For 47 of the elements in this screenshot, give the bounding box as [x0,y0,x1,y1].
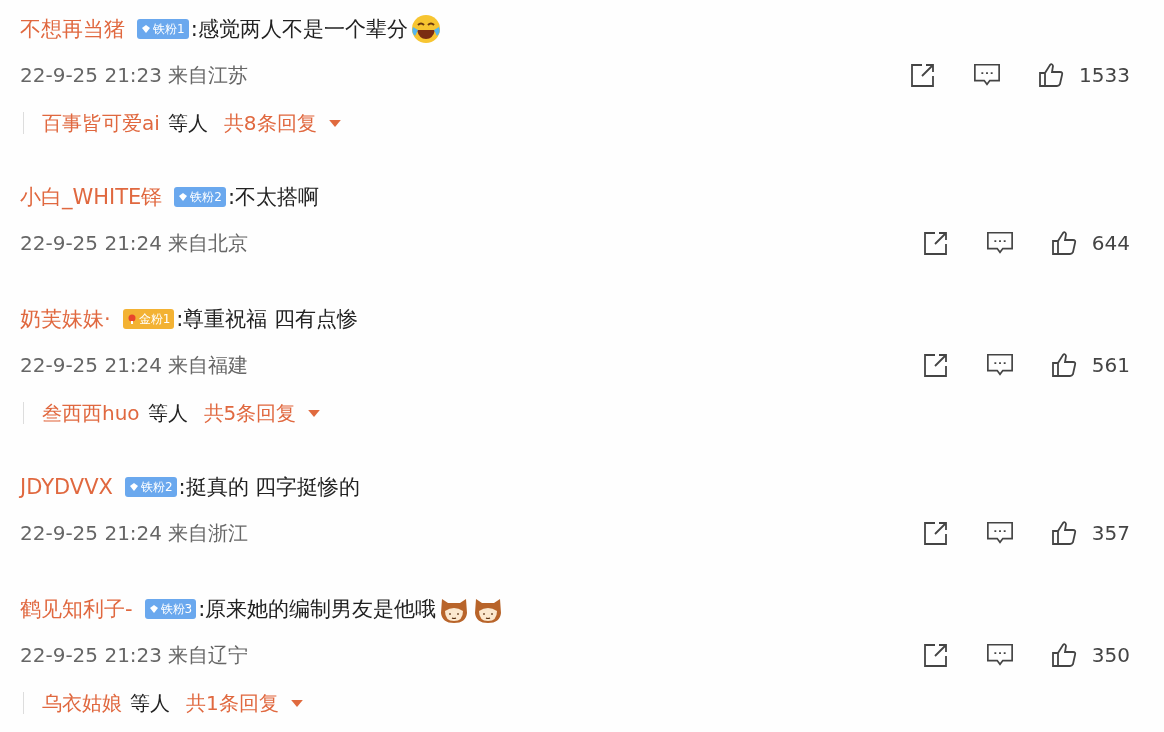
caret-icon [328,119,341,127]
reply-users[interactable]: 叁西西huo [42,399,140,427]
reply-count-link[interactable]: 共5条回复 [203,399,321,427]
like-count: 1533 [1079,63,1130,87]
comment-time: 22-9-25 21:23 来自辽宁 [20,641,249,669]
like-count: 357 [1091,521,1130,545]
comment-text: :感觉两人不是一个辈分 [190,16,408,43]
fan-badge: 铁粉1 [137,19,189,39]
reply-label: 等人 [130,689,170,717]
comment-text: :原来她的编制男友是他哦 [198,596,437,623]
like-count: 350 [1091,643,1130,667]
thumbs-up-icon[interactable] [1049,641,1078,669]
comment-text: :挺真的 四字挺惨的 [178,474,361,501]
like-count: 644 [1091,231,1130,255]
laughing-emoji-icon [409,13,442,45]
reply-users[interactable]: 百事皆可爱ai [42,109,160,137]
share-icon[interactable] [921,229,950,257]
thumbs-up-icon[interactable] [1049,351,1078,379]
user-name[interactable]: 鹤见知利子- [20,595,133,623]
user-name[interactable]: 不想再当猪 [20,15,125,43]
thumbs-up-icon[interactable] [1049,519,1078,547]
comment-text: :尊重祝福 四有点惨 [176,306,359,333]
comment-time: 22-9-25 21:23 来自江苏 [20,61,249,89]
user-name[interactable]: 奶芙妹妹· [20,305,111,333]
reply-label: 等人 [167,109,208,137]
reply-label: 等人 [147,399,188,427]
share-icon[interactable] [921,351,950,379]
reply-users[interactable]: 乌衣姑娘 [42,689,122,717]
reply-count-link[interactable]: 共1条回复 [186,689,303,717]
fan-badge: 金粉1 [122,309,175,329]
fan-badge: 铁粉3 [144,599,197,619]
thumbs-up-icon[interactable] [1049,229,1078,257]
comment-time: 22-9-25 21:24 来自北京 [20,229,249,257]
reply-count-link[interactable]: 共8条回复 [223,109,341,137]
share-icon[interactable] [921,519,950,547]
user-name[interactable]: JDYDVVX [20,475,113,499]
comment-time: 22-9-25 21:24 来自浙江 [20,519,249,547]
caret-icon [290,699,303,707]
fan-badge: 铁粉2 [124,477,177,497]
caret-icon [308,409,321,417]
fan-badge: 铁粉2 [174,187,226,207]
comment-text: :不太搭啊 [228,184,320,211]
comment-time: 22-9-25 21:24 来自福建 [20,351,249,379]
like-count: 561 [1091,353,1130,377]
share-icon[interactable] [921,641,950,669]
thumbs-up-icon[interactable] [1037,61,1066,89]
user-name[interactable]: 小白_WHITE铎 [20,183,163,211]
